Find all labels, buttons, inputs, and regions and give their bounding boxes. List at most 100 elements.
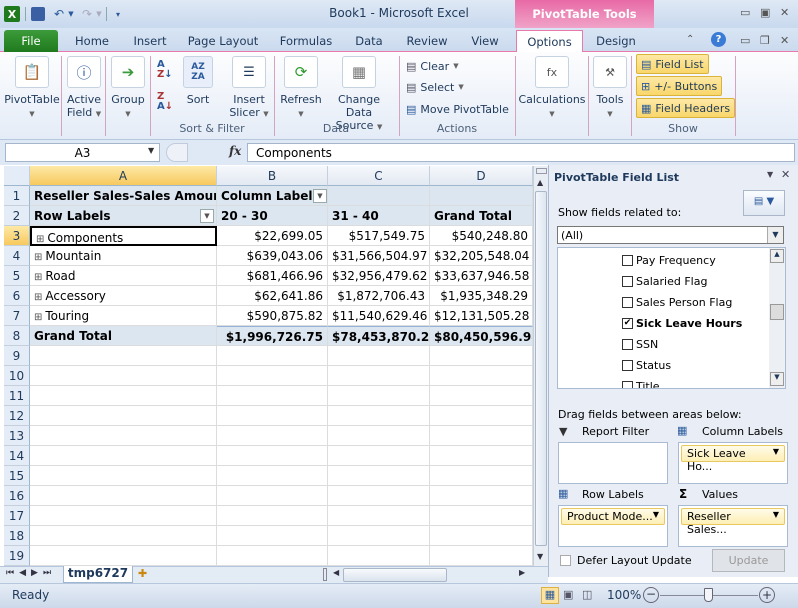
scroll-down-icon[interactable]: ▼ [537,552,543,561]
field-checkbox[interactable] [622,255,633,266]
column-header-value[interactable]: 31 - 40 [328,206,430,226]
scroll-up-icon[interactable]: ▲ [537,178,543,187]
formula-input[interactable]: Components [247,143,795,162]
row-labels-area[interactable]: Product Mode... ▼ [558,505,668,547]
tab-view[interactable]: View [462,30,508,52]
tab-review[interactable]: Review [400,30,454,52]
field-checkbox[interactable] [622,381,633,388]
expand-icon[interactable]: ⊞ [34,312,42,323]
normal-view-icon[interactable]: ▦ [541,587,559,604]
defer-layout-checkbox[interactable] [560,555,571,566]
row-header[interactable]: 12 [4,406,30,426]
pane-options-dropdown-icon[interactable]: ▼ [767,170,773,179]
row-header[interactable]: 2 [4,206,30,226]
restore-workbook-icon[interactable]: ❐ [760,34,770,47]
cell[interactable] [217,506,328,526]
values-area[interactable]: Reseller Sales... ▼ [678,505,788,547]
cell[interactable] [328,186,430,206]
field-scroll-thumb[interactable] [770,304,784,320]
zoom-in-icon[interactable]: + [759,587,775,603]
field-list-layout-button[interactable]: ▤ ▼ [743,190,785,216]
sort-z-to-a-icon[interactable]: Z A↓ [157,92,173,112]
value-cell[interactable]: $12,131,505.28 [430,306,533,326]
column-header-d[interactable]: D [430,166,533,186]
tools-button[interactable]: ⚒ Tools ▼ [591,56,629,121]
field-list-scrollbar[interactable]: ▲ ▼ [769,248,785,388]
plus-minus-buttons-toggle[interactable]: ⊞ +/- Buttons [636,76,723,96]
row-header[interactable]: 1 [4,186,30,206]
cell[interactable] [217,486,328,506]
column-header-a[interactable]: A [30,166,217,186]
select-button[interactable]: ▤ Select ▼ [406,77,464,97]
cell[interactable] [328,426,430,446]
cell[interactable] [430,486,533,506]
cell[interactable] [30,486,217,506]
row-header[interactable]: 18 [4,526,30,546]
column-labels-filter-icon[interactable]: ▼ [313,189,327,203]
cell[interactable] [217,426,328,446]
field-scroll-up-icon[interactable]: ▲ [770,249,784,263]
row-header[interactable]: 14 [4,446,30,466]
pivottable-button[interactable]: 📋 PivotTable ▼ [4,56,60,121]
cell[interactable] [430,446,533,466]
refresh-button[interactable]: ⟳ Refresh ▼ [278,56,324,121]
field-checkbox[interactable]: ✔ [622,318,633,329]
value-cell[interactable]: $33,637,946.58 [430,266,533,286]
row-header[interactable]: 9 [4,346,30,366]
tab-design[interactable]: Design [588,30,644,52]
row-labels-filter-icon[interactable]: ▼ [200,209,214,223]
cell[interactable] [30,546,217,566]
value-cell[interactable]: $11,540,629.46 [328,306,430,326]
value-cell[interactable]: $32,956,479.62 [328,266,430,286]
redo-dropdown-icon[interactable]: ▼ [95,6,103,22]
cell[interactable] [328,466,430,486]
split-handle[interactable] [536,168,547,174]
cell[interactable] [30,386,217,406]
grand-total-value[interactable]: $1,996,726.75 [217,326,328,346]
value-cell[interactable]: $31,566,504.97 [328,246,430,266]
active-field-button[interactable]: ⓘ Active Field ▼ [64,56,104,121]
value-cell[interactable]: $1,872,706.43 [328,286,430,306]
row-label-cell[interactable]: ⊞ Accessory [30,286,217,306]
grand-total-value[interactable]: $80,450,596.98 [430,326,533,346]
cell[interactable] [328,386,430,406]
value-cell[interactable]: $639,043.06 [217,246,328,266]
tab-page-layout[interactable]: Page Layout [182,30,264,52]
cell[interactable] [328,506,430,526]
expand-icon[interactable]: ⊞ [34,252,42,263]
minimize-ribbon-icon[interactable]: ⌃ [686,34,694,45]
cell[interactable] [328,346,430,366]
field-scroll-down-icon[interactable]: ▼ [770,372,784,386]
group-button[interactable]: ➔ Group ▼ [108,56,148,121]
column-labels-area[interactable]: Sick Leave Ho... ▼ [678,442,788,484]
cell[interactable] [217,466,328,486]
column-field-chip[interactable]: Sick Leave Ho... ▼ [681,445,785,473]
cell[interactable] [30,406,217,426]
cell[interactable] [30,366,217,386]
row-header[interactable]: 10 [4,366,30,386]
row-header[interactable]: 17 [4,506,30,526]
cell[interactable] [430,426,533,446]
value-cell[interactable]: $62,641.86 [217,286,328,306]
row-header[interactable]: 11 [4,386,30,406]
save-icon[interactable] [31,7,45,21]
field-headers-toggle[interactable]: ▦ Field Headers [636,98,736,118]
cell[interactable] [430,186,533,206]
cell[interactable] [30,466,217,486]
close-pane-icon[interactable]: ✕ [781,168,790,181]
sort-button[interactable]: AZ ZA Sort [180,56,216,106]
pivot-value-label[interactable]: Reseller Sales-Sales Amount [30,186,217,206]
field-checkbox[interactable] [622,360,633,371]
page-layout-view-icon[interactable]: ▣ [563,588,573,601]
cell[interactable] [217,526,328,546]
values-field-chip[interactable]: Reseller Sales... ▼ [681,508,785,536]
tab-options[interactable]: Options [516,30,583,53]
cell[interactable] [30,426,217,446]
value-cell[interactable]: $517,549.75 [328,226,430,246]
move-pivottable-button[interactable]: ▤ Move PivotTable [406,99,509,119]
row-field-chip[interactable]: Product Mode... ▼ [561,508,665,525]
clear-button[interactable]: ▤ Clear ▼ [406,56,459,76]
field-item[interactable]: Salaried Flag [622,275,707,288]
column-header-b[interactable]: B [217,166,328,186]
cell[interactable] [430,386,533,406]
